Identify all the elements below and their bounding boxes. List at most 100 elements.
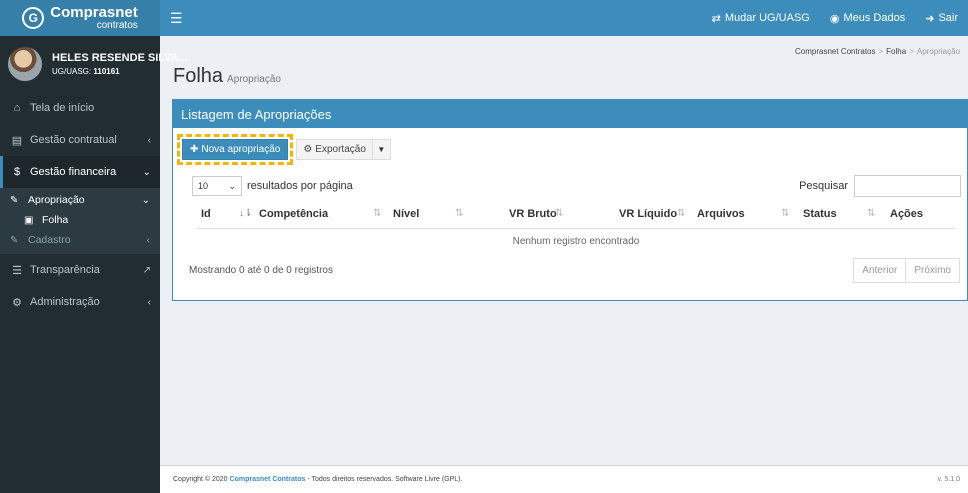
sidebar-item-apropriacao[interactable]: ✎ Apropriação ⌄ [0,190,160,210]
sidebar-item-cadastro[interactable]: ✎ Cadastro ‹ [0,230,160,250]
home-icon: ⌂ [13,102,21,114]
content-wrapper: Comprasnet Contratos > Folha > Apropriação F… [160,36,968,493]
sidebar-item-administracao[interactable]: ⚙ Administração ‹ [0,286,160,318]
meus-dados-label: Meus Dados [843,12,906,24]
breadcrumb-current: Apropriação [916,47,960,56]
file-icon: ▤ [11,134,23,147]
user-ug-code: 110161 [93,67,120,76]
chevron-down-icon: ⌄ [142,166,151,178]
page-title: Folha Apropriação [173,65,281,88]
dollar-icon: $ [13,166,21,178]
breadcrumb-mid[interactable]: Folha [886,47,906,56]
gear-icon: ⚙ [303,144,313,155]
avatar [8,47,42,81]
exportacao-button[interactable]: ⚙ Exportação [296,139,373,160]
prev-page-button[interactable]: Anterior [853,258,907,283]
chevron-left-icon: ‹ [146,234,150,246]
brand-sub: contratos [96,20,138,31]
table-empty-row: Nenhum registro encontrado [512,236,640,247]
sort-icon[interactable]: ⇅ [781,208,789,219]
mudar-ug-label: Mudar UG/UASG [724,12,810,24]
sidebar-item-gestao-financeira-label: Gestão financeira [30,166,117,178]
sidebar-item-transparencia-label: Transparência [30,264,100,276]
sidebar-item-transparencia[interactable]: ☰ Transparência ↗ [0,254,160,286]
logo-icon: G [22,7,45,29]
page-title-text: Folha [173,65,224,87]
sidebar: HELES RESENDE SILVA... UG/UASG: 110161 ⌂… [0,36,188,493]
export-button-group: ⚙ Exportação ▼ [296,139,391,160]
sort-icon[interactable]: ⇅ [373,208,381,219]
sort-icon[interactable]: ⇅ [867,208,875,219]
top-nav-links: ⇄ Mudar UG/UASG ◉ Meus Dados ➜ Sair [702,0,968,36]
page-subtitle: Apropriação [227,74,281,85]
chevron-down-icon: ⌄ [141,194,150,206]
sidebar-item-folha-label: Folha [42,214,69,226]
col-id[interactable]: Id [201,208,211,220]
sidebar-item-home-label: Tela de início [30,102,95,114]
nova-apropriacao-button[interactable]: ✚ Nova apropriação [176,134,294,165]
list-icon: ☰ [12,264,22,277]
brand-logo[interactable]: G Comprasnet contratos [0,0,160,36]
plus-icon: ✚ [190,144,199,155]
footer-copyright: Copyright © 2020 [173,476,228,483]
col-competencia[interactable]: Competência [259,208,328,220]
box-title: Listagem de Apropriações [173,100,967,128]
chevron-left-icon: ‹ [147,296,151,308]
edit-icon: ✎ [10,234,19,246]
user-circle-icon: ◉ [829,12,840,25]
page-length-select[interactable]: 10 ⌄ [192,176,242,196]
table-header: Id ↓⇂ Competência ⇅ Nível ⇅ VR Bruto ⇅ V… [197,203,955,229]
apropriacoes-box: Listagem de Apropriações ✚ Nova apropria… [172,99,968,301]
nova-apropriacao-label: Nova apropriação [201,144,281,155]
col-status[interactable]: Status [803,208,837,220]
meus-dados-link[interactable]: ◉ Meus Dados [820,0,915,36]
search-input[interactable] [854,175,961,197]
sidebar-item-gestao-contratual-label: Gestão contratual [30,134,117,146]
brand-name: Comprasnet [50,4,138,21]
col-vr-liquido[interactable]: VR Líquido [619,208,677,220]
footer-brand-link[interactable]: Comprasnet Contratos [230,476,306,483]
sign-out-icon: ➜ [925,12,935,25]
page-length-value: 10 [198,181,209,191]
exchange-icon: ⇄ [711,12,721,25]
footer-version: v. 5.1.0 [937,476,960,483]
footer-rights: - Todos direitos reservados. Software Li… [307,476,463,483]
col-nivel[interactable]: Nível [393,208,419,220]
chevron-left-icon: ‹ [147,134,151,146]
caret-down-icon: ▼ [377,145,386,154]
sidebar-item-gestao-contratual[interactable]: ▤ Gestão contratual ‹ [0,124,160,156]
sidebar-item-administracao-label: Administração [30,296,100,308]
table-info: Mostrando 0 até 0 de 0 registros [189,265,333,276]
page-length-control: 10 ⌄ resultados por página [192,176,353,196]
sort-icon[interactable]: ⇅ [677,208,685,219]
export-dropdown-toggle[interactable]: ▼ [372,139,391,160]
sort-icon[interactable]: ⇅ [455,208,463,219]
table-toolbar: ✚ Nova apropriação ⚙ Exportação ▼ [176,134,391,165]
page-length-label: resultados por página [247,180,353,192]
sair-link[interactable]: ➜ Sair [915,0,968,36]
top-navbar: ☰ ⇄ Mudar UG/UASG ◉ Meus Dados ➜ Sair [160,0,968,36]
sort-desc-icon[interactable]: ↓⇂ [239,208,252,219]
chevron-down-icon: ⌄ [228,180,236,191]
bars-icon[interactable]: ☰ [170,10,183,27]
breadcrumb: Comprasnet Contratos > Folha > Apropriação [795,47,960,56]
sidebar-item-home[interactable]: ⌂ Tela de início [0,92,160,124]
next-page-button[interactable]: Próximo [906,258,960,283]
sidebar-item-cadastro-label: Cadastro [28,234,71,246]
breadcrumb-root[interactable]: Comprasnet Contratos [795,47,875,56]
col-vr-bruto[interactable]: VR Bruto [509,208,557,220]
sidebar-item-folha[interactable]: ▣ Folha [0,210,160,230]
sort-icon[interactable]: ⇅ [555,208,563,219]
sair-label: Sair [938,12,958,24]
col-arquivos[interactable]: Arquivos [697,208,745,220]
sidebar-item-apropriacao-label: Apropriação [28,194,85,206]
sidebar-item-gestao-financeira[interactable]: $ Gestão financeira ⌄ [0,156,160,188]
pagination: Anterior Próximo [853,258,960,283]
external-link-icon: ↗ [142,264,151,276]
edit-icon: ✎ [10,194,19,206]
footer: Copyright © 2020 Comprasnet Contratos - … [160,465,968,493]
gestao-financeira-submenu: ✎ Apropriação ⌄ ▣ Folha ✎ Cadastro ‹ [0,188,160,254]
col-acoes: Ações [890,208,924,220]
mudar-ug-link[interactable]: ⇄ Mudar UG/UASG [702,0,820,36]
user-panel: HELES RESENDE SILVA... UG/UASG: 110161 [0,36,188,92]
